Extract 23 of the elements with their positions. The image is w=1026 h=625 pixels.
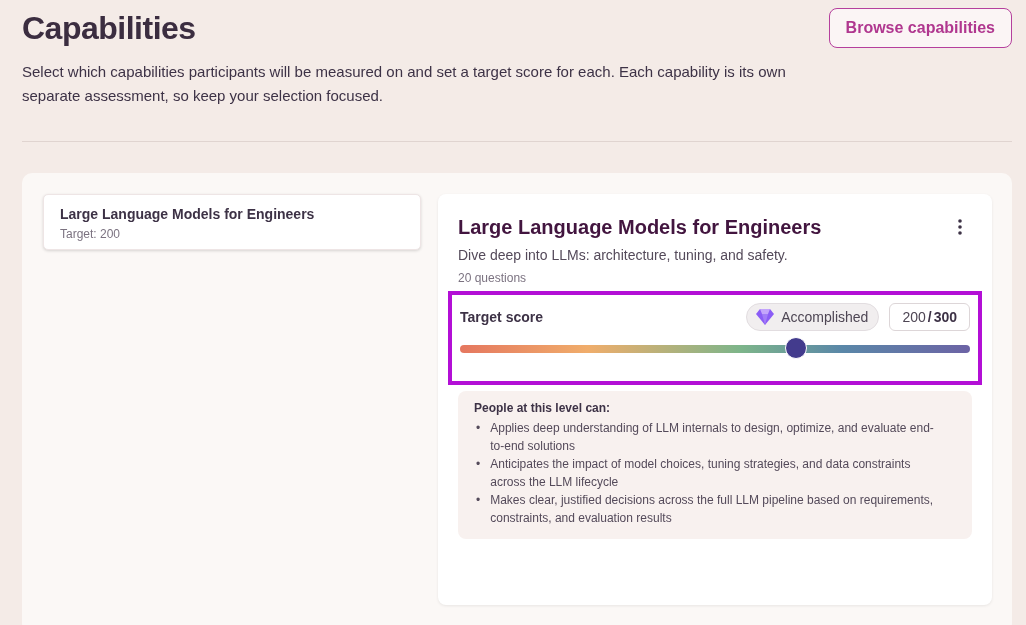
- page-title: Capabilities: [22, 10, 196, 47]
- bullet-icon: •: [474, 455, 481, 491]
- gem-icon: [755, 308, 776, 326]
- target-score-label: Target score: [460, 309, 544, 325]
- level-skill: Anticipates the impact of model choices, tuning strategies, and data constraints across the LLM lifecycle: [490, 456, 912, 491]
- capability-target: Target: 200: [60, 227, 122, 241]
- capability-description: Dive deep into LLMs: architecture, tuning, and safety.: [457, 247, 789, 263]
- level-heading: People at this level can:: [474, 401, 612, 415]
- capability-title: Large Language Models for Engineers: [458, 216, 822, 239]
- level-skill: Applies deep understanding of LLM internals to design, optimize, and evaluate end-to-end solutions: [490, 420, 935, 455]
- capability-list-item[interactable]: Large Language Models for Engineers Target: 200: [43, 194, 421, 250]
- browse-capabilities-button[interactable]: Browse capabilities: [828, 8, 1012, 48]
- level-skill: Makes clear, justified decisions across the full LLM pipeline based on requirements, constraints, and evaluation results: [490, 492, 935, 527]
- capability-name: Large Language Models for Engineers: [60, 206, 316, 222]
- more-options-icon[interactable]: [958, 219, 962, 235]
- page-description: Select which capabilities participants will be measured on and set a target score for each. Each capability is its own separate assessment, so keep your selection focused.: [22, 62, 787, 106]
- target-score-slider[interactable]: [460, 337, 970, 361]
- slider-thumb[interactable]: [784, 337, 807, 359]
- bullet-icon: •: [474, 491, 481, 527]
- score-field[interactable]: 200/300: [889, 303, 970, 331]
- bullet-icon: •: [474, 419, 481, 455]
- level-name: Accomplished: [781, 309, 869, 325]
- question-count: 20 questions: [457, 271, 528, 285]
